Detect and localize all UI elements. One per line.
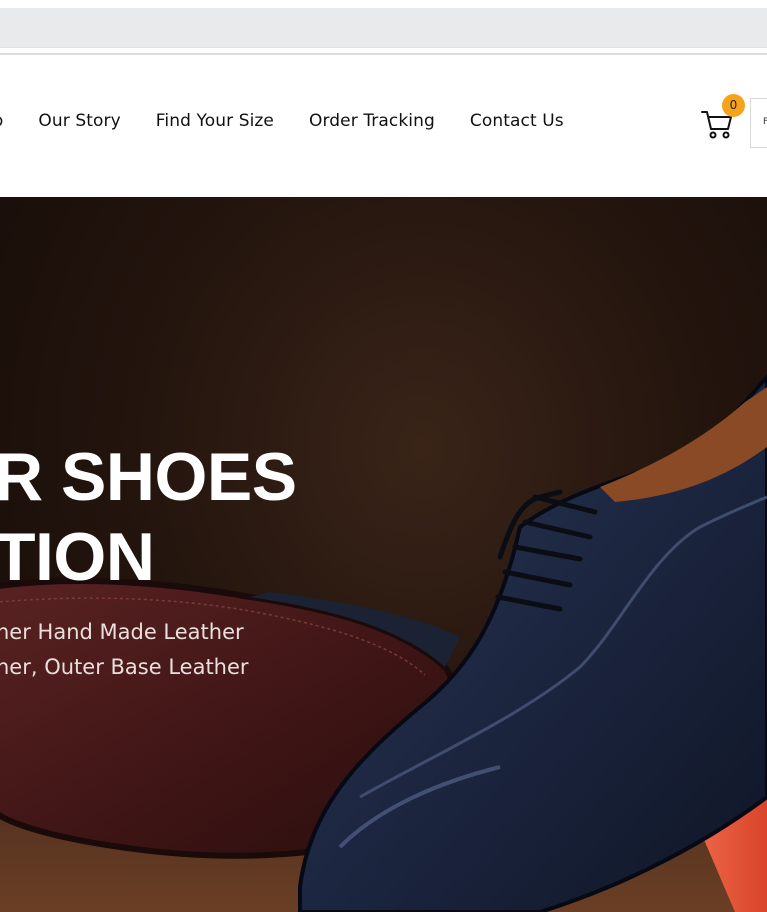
header-side-button-label: F: [763, 117, 767, 127]
hero-title-line-2: TION: [0, 519, 155, 595]
browser-chrome-top: [0, 0, 767, 8]
nav-item-order-tracking[interactable]: Order Tracking: [309, 111, 435, 131]
hero-subtitle-line-2: her, Outer Base Leather: [0, 655, 249, 679]
site-header: op Our Story Find Your Size Order Tracki…: [0, 55, 767, 197]
hero-subtitle-line-1: her Hand Made Leather: [0, 620, 244, 644]
nav-item-shop[interactable]: op: [0, 111, 3, 131]
main-nav: op Our Story Find Your Size Order Tracki…: [0, 111, 564, 131]
hero-title-line-1: R SHOES: [0, 439, 297, 515]
browser-address-bar[interactable]: [0, 8, 767, 48]
hero-banner: R SHOES TION her Hand Made Leather her, …: [0, 197, 767, 912]
nav-item-contact-us[interactable]: Contact Us: [470, 111, 564, 131]
nav-item-our-story[interactable]: Our Story: [38, 111, 120, 131]
header-side-button[interactable]: F: [750, 98, 767, 148]
cart-count-badge: 0: [722, 94, 745, 117]
nav-item-find-your-size[interactable]: Find Your Size: [156, 111, 274, 131]
